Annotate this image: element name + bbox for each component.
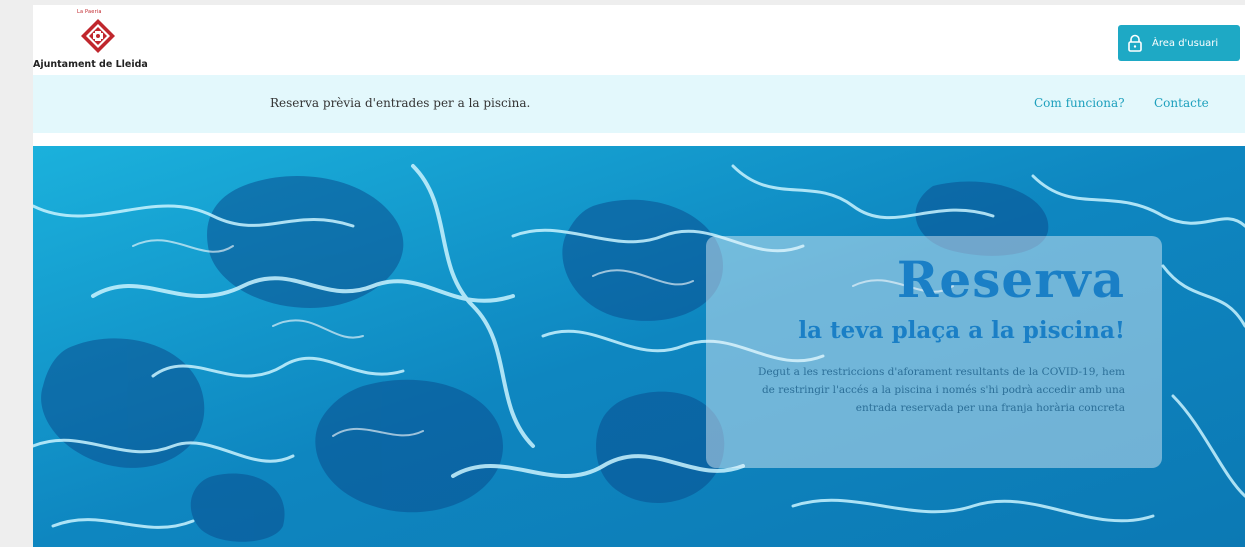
header: La Paeria Ajuntament de Lleida Àrea d'us…: [33, 5, 1245, 75]
lock-icon: [1128, 34, 1142, 52]
hero-card: Reserva la teva plaça a la piscina! Degu…: [706, 236, 1162, 468]
nav-title: Reserva prèvia d'entrades per a la pisci…: [270, 96, 531, 110]
nav-link-contact[interactable]: Contacte: [1154, 96, 1209, 110]
hero-title: Reserva: [896, 250, 1125, 309]
paeria-logo-icon: [81, 19, 115, 53]
nav-link-how-it-works[interactable]: Com funciona?: [1034, 96, 1125, 110]
user-area-label: Àrea d'usuari: [1152, 37, 1219, 49]
hero-subtitle: la teva plaça a la piscina!: [798, 317, 1125, 344]
logo[interactable]: La Paeria Ajuntament de Lleida: [33, 9, 173, 73]
navbar: Reserva prèvia d'entrades per a la pisci…: [33, 75, 1245, 133]
hero-description: Degut a les restriccions d'aforament res…: [757, 366, 1125, 414]
page: La Paeria Ajuntament de Lleida Àrea d'us…: [33, 5, 1245, 547]
user-area-button[interactable]: Àrea d'usuari: [1118, 25, 1240, 61]
logo-superscript: La Paeria: [77, 9, 102, 15]
hero-banner: Reserva la teva plaça a la piscina! Degu…: [33, 146, 1245, 547]
logo-name: Ajuntament de Lleida: [33, 59, 148, 70]
